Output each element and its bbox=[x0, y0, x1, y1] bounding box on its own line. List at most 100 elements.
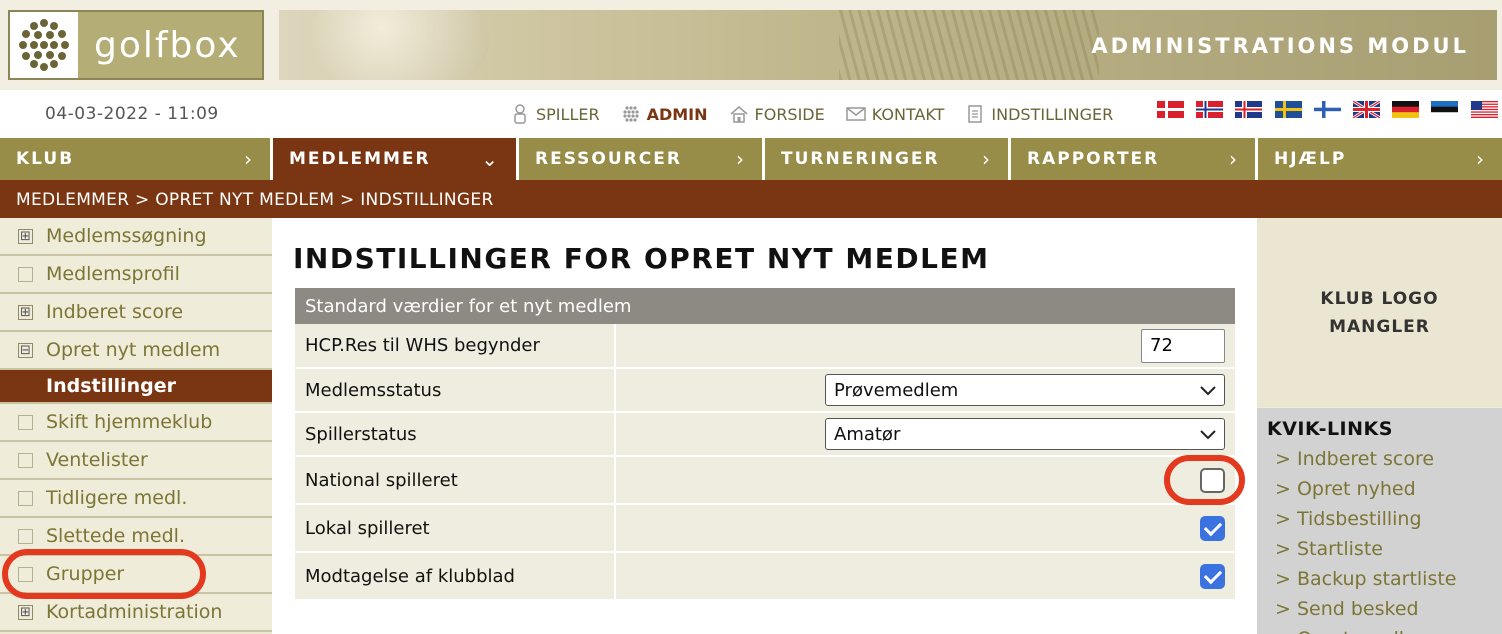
nav-medlemmer[interactable]: MEDLEMMER ⌄ bbox=[273, 138, 516, 180]
nav-label: RESSOURCER bbox=[535, 149, 682, 169]
national-spilleret-checkbox[interactable] bbox=[1200, 467, 1225, 493]
table-header-row: Standard værdier for et nyt medlem bbox=[295, 288, 1235, 324]
table-row: Modtagelse af klubblad bbox=[295, 552, 1235, 601]
nav-klub[interactable]: KLUB › bbox=[0, 138, 270, 180]
right-panel: KLUB LOGO MANGLER KVIK-LINKS > Indberet … bbox=[1257, 218, 1502, 634]
spillerstatus-select[interactable]: Amatør bbox=[825, 418, 1225, 450]
nav-label: MEDLEMMER bbox=[289, 149, 431, 169]
top-link-label: ADMIN bbox=[646, 104, 708, 124]
sidebar-item-skift-hjemmeklub[interactable]: Skift hjemmeklub bbox=[0, 404, 272, 442]
quick-link-tidsbestilling[interactable]: > Tidsbestilling bbox=[1267, 504, 1492, 534]
sidebar-item-grupper[interactable]: Grupper bbox=[0, 556, 272, 594]
usa-flag-icon[interactable] bbox=[1470, 101, 1498, 118]
sidebar-item-label: Slettede medl. bbox=[46, 525, 185, 547]
nav-hjaelp[interactable]: HJÆLP › bbox=[1258, 138, 1502, 180]
quick-link-opret-medlem[interactable]: > Opret medlem bbox=[1267, 624, 1492, 634]
sidebar-item-label: Medlemsprofil bbox=[46, 263, 180, 285]
nav-turneringer[interactable]: TURNERINGER › bbox=[765, 138, 1008, 180]
module-title: ADMINISTRATIONS MODUL bbox=[1091, 34, 1469, 58]
iceland-flag-icon[interactable] bbox=[1235, 101, 1263, 118]
hcp-start-input[interactable] bbox=[1141, 328, 1225, 363]
golfbox-logo[interactable]: golfbox bbox=[8, 10, 264, 80]
quick-link-startliste[interactable]: > Startliste bbox=[1267, 534, 1492, 564]
table-row: Medlemsstatus Prøvemedlem bbox=[295, 368, 1235, 413]
klubblad-checkbox[interactable] bbox=[1200, 563, 1225, 589]
sidebar-item-label: Indstillinger bbox=[46, 375, 177, 397]
top-link-spiller[interactable]: SPILLER bbox=[510, 104, 600, 124]
chevron-down-icon bbox=[1200, 380, 1216, 401]
top-link-label: INDSTILLINGER bbox=[991, 104, 1114, 124]
sidebar-item-label: Opret nyt medlem bbox=[46, 339, 221, 361]
sidebar-item-kortadministration[interactable]: ⊞ Kortadministration bbox=[0, 594, 272, 632]
select-value: Prøvemedlem bbox=[834, 379, 959, 401]
lokal-spilleret-checkbox[interactable] bbox=[1200, 515, 1225, 541]
breadcrumb: MEDLEMMER > OPRET NYT MEDLEM > INDSTILLI… bbox=[0, 180, 1502, 218]
top-link-kontakt[interactable]: KONTAKT bbox=[845, 104, 945, 124]
settings-table: Standard værdier for et nyt medlem HCP.R… bbox=[295, 288, 1235, 601]
empty-box-icon bbox=[18, 452, 33, 468]
empty-box-icon bbox=[18, 414, 33, 430]
header-banner: golfbox ADMINISTRATIONS MODUL bbox=[0, 0, 1502, 90]
sidebar-item-indberet-score[interactable]: ⊞ Indberet score bbox=[0, 294, 272, 332]
row-label: Medlemsstatus bbox=[295, 368, 616, 413]
norway-flag-icon[interactable] bbox=[1196, 101, 1224, 118]
finland-flag-icon[interactable] bbox=[1313, 101, 1341, 118]
row-label: Modtagelse af klubblad bbox=[295, 552, 616, 601]
sidebar-item-label: Skift hjemmeklub bbox=[46, 411, 213, 433]
medlemsstatus-select[interactable]: Prøvemedlem bbox=[825, 374, 1225, 406]
quick-links-title: KVIK-LINKS bbox=[1267, 418, 1393, 440]
grass-image bbox=[839, 10, 1099, 80]
nav-ressourcer[interactable]: RESSOURCER › bbox=[519, 138, 762, 180]
sidebar-item-label: Tidligere medl. bbox=[46, 487, 188, 509]
nav-label: HJÆLP bbox=[1274, 149, 1347, 169]
uk-flag-icon[interactable] bbox=[1352, 101, 1380, 118]
logo-text: golfbox bbox=[94, 24, 241, 66]
quick-link-indberet-score[interactable]: > Indberet score bbox=[1267, 444, 1492, 474]
sidebar-item-ventelister[interactable]: Ventelister bbox=[0, 442, 272, 480]
sidebar-item-opret-nyt-medlem[interactable]: ⊟ Opret nyt medlem bbox=[0, 332, 272, 370]
collapse-icon[interactable]: ⊟ bbox=[18, 342, 33, 358]
estonia-flag-icon[interactable] bbox=[1431, 101, 1459, 118]
home-icon bbox=[729, 104, 749, 124]
top-link-label: SPILLER bbox=[536, 104, 600, 124]
nav-rapporter[interactable]: RAPPORTER › bbox=[1011, 138, 1255, 180]
quick-link-send-besked[interactable]: > Send besked bbox=[1267, 594, 1492, 624]
table-row: HCP.Res til WHS begynder bbox=[295, 324, 1235, 369]
top-link-label: KONTAKT bbox=[871, 104, 945, 124]
mail-icon bbox=[845, 104, 866, 124]
sweden-flag-icon[interactable] bbox=[1274, 101, 1302, 118]
logo-missing-line: KLUB LOGO bbox=[1320, 288, 1439, 309]
select-value: Amatør bbox=[834, 423, 901, 445]
sidebar-item-slettede-medl[interactable]: Slettede medl. bbox=[0, 518, 272, 556]
sidebar-item-medlemsprofil[interactable]: Medlemsprofil bbox=[0, 256, 272, 294]
document-icon bbox=[965, 104, 985, 124]
expand-icon[interactable]: ⊞ bbox=[18, 228, 33, 244]
empty-box-icon bbox=[18, 266, 33, 282]
sidebar-item-medlemssoegning[interactable]: ⊞ Medlemssøgning bbox=[0, 218, 272, 256]
empty-box-icon bbox=[18, 566, 33, 582]
table-row: Spillerstatus Amatør bbox=[295, 412, 1235, 457]
expand-icon[interactable]: ⊞ bbox=[18, 304, 33, 320]
top-link-indstillinger[interactable]: INDSTILLINGER bbox=[965, 104, 1113, 124]
germany-flag-icon[interactable] bbox=[1392, 101, 1420, 118]
sidebar-item-label: Medlemssøgning bbox=[46, 225, 207, 247]
expand-icon[interactable]: ⊞ bbox=[18, 604, 33, 620]
page-title: INDSTILLINGER FOR OPRET NYT MEDLEM bbox=[293, 242, 990, 275]
chevron-right-icon: › bbox=[244, 147, 252, 171]
main-nav: KLUB › MEDLEMMER ⌄ RESSOURCER › TURNERIN… bbox=[0, 138, 1502, 180]
chevron-right-icon: › bbox=[1229, 147, 1237, 171]
sidebar-subitem-indstillinger[interactable]: Indstillinger bbox=[0, 370, 272, 404]
nav-label: RAPPORTER bbox=[1027, 149, 1160, 169]
chevron-right-icon: › bbox=[736, 147, 744, 171]
row-label: Lokal spilleret bbox=[295, 504, 616, 553]
denmark-flag-icon[interactable] bbox=[1157, 101, 1184, 118]
quick-link-backup-startliste[interactable]: > Backup startliste bbox=[1267, 564, 1492, 594]
sidebar-item-tidligere-medl[interactable]: Tidligere medl. bbox=[0, 480, 272, 518]
quick-link-opret-nyhed[interactable]: > Opret nyhed bbox=[1267, 474, 1492, 504]
top-link-admin[interactable]: ADMIN bbox=[621, 104, 708, 124]
table-header: Standard værdier for et nyt medlem bbox=[295, 288, 1235, 324]
top-link-forside[interactable]: FORSIDE bbox=[729, 104, 825, 124]
sidebar-item-label: Kortadministration bbox=[46, 601, 223, 623]
nav-label: KLUB bbox=[16, 149, 75, 169]
quick-links-panel: KVIK-LINKS > Indberet score > Opret nyhe… bbox=[1257, 408, 1502, 634]
